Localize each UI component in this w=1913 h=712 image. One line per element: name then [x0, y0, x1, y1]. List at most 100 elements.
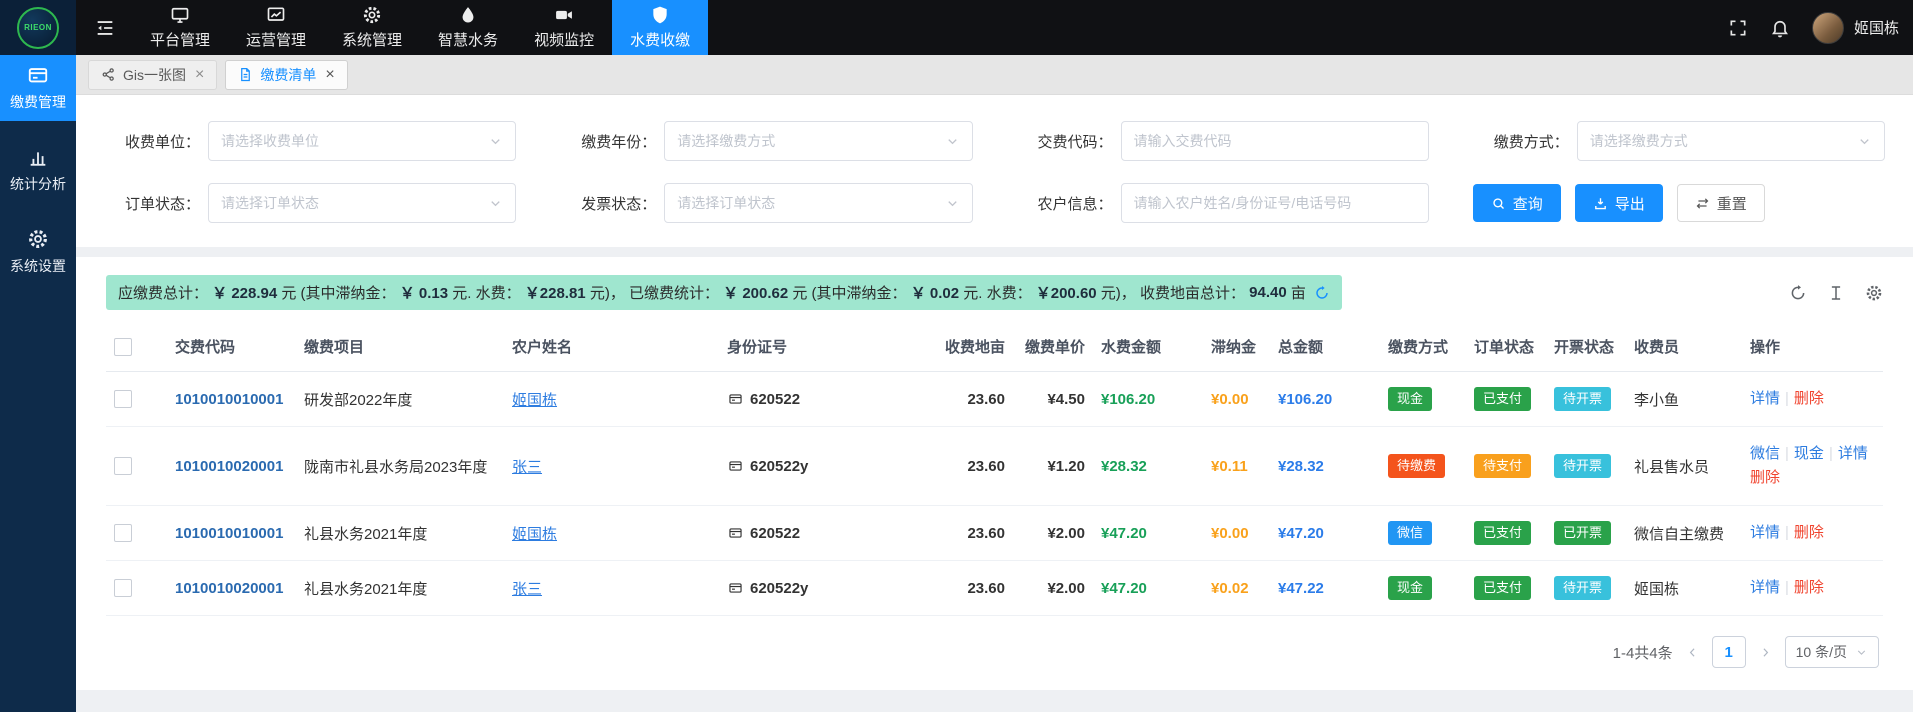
payment-code-link[interactable]: 1010010010001 [175, 391, 283, 408]
detail-link[interactable]: 详情 [1838, 445, 1868, 462]
detail-link[interactable]: 详情 [1750, 390, 1780, 407]
farmer-name-link[interactable]: 张三 [512, 581, 542, 598]
collapse-menu-icon[interactable] [94, 0, 116, 55]
pagination: 1-4共4条 1 10 条/页 [106, 616, 1883, 690]
pagination-total: 1-4共4条 [1613, 642, 1673, 663]
tab-close-icon[interactable]: × [325, 67, 334, 83]
late-fee: ¥0.00 [1211, 391, 1249, 408]
invoice-status-badge: 已开票 [1554, 521, 1611, 545]
table-row: 1010010020001 陇南市礼县水务局2023年度 张三 620522y … [106, 427, 1883, 506]
row-checkbox[interactable] [114, 390, 132, 408]
filter-label: 缴费年份： [560, 131, 656, 152]
summary-refresh-icon[interactable] [1314, 285, 1330, 301]
late-fee: ¥0.00 [1211, 525, 1249, 542]
detail-link[interactable]: 详情 [1750, 524, 1780, 541]
select-all-checkbox[interactable] [114, 338, 132, 356]
farmer-info-input[interactable] [1121, 183, 1429, 223]
collector-name: 姬国栋 [1634, 581, 1679, 598]
row-checkbox[interactable] [114, 524, 132, 542]
topbar-item-system[interactable]: 系统管理 [324, 0, 420, 55]
cash-pay-link[interactable]: 现金 [1794, 445, 1824, 462]
tab-close-icon[interactable]: × [195, 67, 204, 83]
sidebar-item-payment-management[interactable]: 缴费管理 [0, 55, 76, 121]
payment-method-select[interactable]: 请选择缴费方式 [1577, 121, 1885, 161]
charge-unit-select[interactable]: 请选择收费单位 [208, 121, 516, 161]
page-number[interactable]: 1 [1712, 636, 1746, 668]
payment-code-link[interactable]: 1010010010001 [175, 525, 283, 542]
col-header: 交费代码 [167, 322, 296, 372]
invoice-status-badge: 待开票 [1554, 387, 1611, 411]
reset-button[interactable]: 重置 [1677, 184, 1765, 222]
prev-page-icon[interactable] [1685, 645, 1700, 660]
topbar-item-platform[interactable]: 平台管理 [132, 0, 228, 55]
area-value: 23.60 [967, 391, 1005, 408]
select-placeholder: 请选择订单状态 [221, 193, 488, 213]
topbar-item-label: 系统管理 [342, 29, 402, 50]
filter-label: 订单状态： [104, 193, 200, 214]
total-amount: ¥47.20 [1278, 525, 1324, 542]
topbar-item-smart-water[interactable]: 智慧水务 [420, 0, 516, 55]
farmer-name-link[interactable]: 张三 [512, 459, 542, 476]
farmer-name-link[interactable]: 姬国栋 [512, 526, 557, 543]
gis-share-icon [101, 67, 116, 82]
delete-link[interactable]: 删除 [1750, 469, 1780, 486]
topbar-menu: 平台管理 运营管理 系统管理 智慧水务 视频监控 [132, 0, 708, 55]
column-settings-gear-icon[interactable] [1865, 284, 1883, 302]
row-checkbox[interactable] [114, 457, 132, 475]
delete-link[interactable]: 删除 [1794, 390, 1824, 407]
farmer-name-link[interactable]: 姬国栋 [512, 392, 557, 409]
next-page-icon[interactable] [1758, 645, 1773, 660]
id-number: 620522 [750, 391, 800, 408]
brand-logo[interactable]: RIEON [0, 0, 76, 55]
payment-code-link[interactable]: 1010010020001 [175, 580, 283, 597]
topbar-item-video[interactable]: 视频监控 [516, 0, 612, 55]
payment-year-select[interactable]: 请选择缴费方式 [664, 121, 972, 161]
page-size-select[interactable]: 10 条/页 [1785, 636, 1879, 668]
fullscreen-icon[interactable] [1728, 18, 1748, 38]
pay-method-badge: 现金 [1388, 576, 1432, 600]
user-avatar[interactable] [1812, 12, 1844, 44]
sidebar-item-statistics[interactable]: 统计分析 [0, 137, 76, 203]
payment-code-link[interactable]: 1010010020001 [175, 458, 283, 475]
density-icon[interactable] [1827, 284, 1845, 302]
username[interactable]: 姬国栋 [1854, 17, 1899, 38]
order-status-select[interactable]: 请选择订单状态 [208, 183, 516, 223]
wechat-pay-link[interactable]: 微信 [1750, 445, 1780, 462]
area-value: 23.60 [967, 525, 1005, 542]
tab-gis-map[interactable]: Gis一张图 × [88, 60, 217, 90]
id-number: 620522y [750, 458, 808, 475]
col-header: 操作 [1742, 322, 1883, 372]
id-card-icon [727, 459, 744, 473]
tab-payment-list[interactable]: 缴费清单 × [225, 60, 347, 90]
bell-icon[interactable] [1770, 18, 1790, 38]
payment-code-input[interactable] [1121, 121, 1429, 161]
topbar-item-operations[interactable]: 运营管理 [228, 0, 324, 55]
project-name: 礼县水务2021年度 [304, 526, 427, 543]
row-checkbox[interactable] [114, 579, 132, 597]
filter-panel: 收费单位： 请选择收费单位 缴费年份： 请选择缴费方式 [76, 95, 1913, 247]
invoice-status-select[interactable]: 请选择订单状态 [664, 183, 972, 223]
filter-farmer-info: 农户信息： [1017, 183, 1429, 223]
line-chart-icon [266, 5, 286, 25]
col-header: 订单状态 [1466, 322, 1546, 372]
id-number: 620522y [750, 580, 808, 597]
unit-price: ¥2.00 [1047, 580, 1085, 597]
page-body: 收费单位： 请选择收费单位 缴费年份： 请选择缴费方式 [76, 95, 1913, 712]
shield-icon [650, 5, 670, 25]
sidebar-item-system-settings[interactable]: 系统设置 [0, 219, 76, 285]
water-fee: ¥106.20 [1101, 391, 1155, 408]
search-button[interactable]: 查询 [1473, 184, 1561, 222]
export-button[interactable]: 导出 [1575, 184, 1663, 222]
refresh-icon[interactable] [1789, 284, 1807, 302]
delete-link[interactable]: 删除 [1794, 524, 1824, 541]
delete-link[interactable]: 删除 [1794, 579, 1824, 596]
table-row: 1010010020001 礼县水务2021年度 张三 620522y 23.6… [106, 561, 1883, 616]
topbar-item-label: 视频监控 [534, 29, 594, 50]
payment-table: 交费代码 缴费项目 农户姓名 身份证号 收费地亩 缴费单价 水费金额 滞纳金 总… [106, 322, 1883, 616]
unit-price: ¥4.50 [1047, 391, 1085, 408]
topbar-item-water-fee[interactable]: 水费收缴 [612, 0, 708, 55]
detail-link[interactable]: 详情 [1750, 579, 1780, 596]
collector-name: 礼县售水员 [1634, 459, 1709, 476]
col-header: 总金额 [1270, 322, 1380, 372]
filter-invoice-status: 发票状态： 请选择订单状态 [560, 183, 972, 223]
